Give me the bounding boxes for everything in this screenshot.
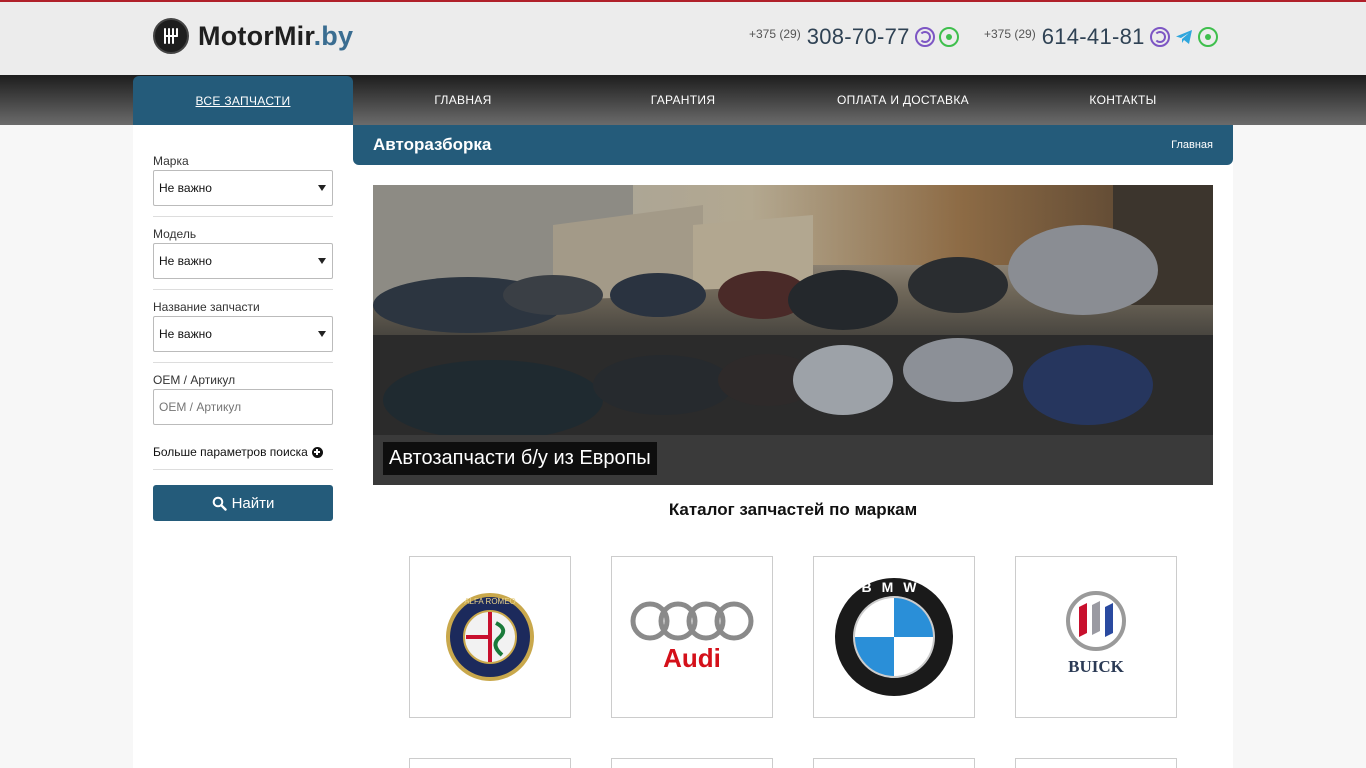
nav-label: ГЛАВНАЯ [434,93,492,107]
alfa-romeo-logo-text: ALFA ROMEO [464,597,516,606]
nav-label: ВСЕ ЗАПЧАСТИ [195,93,291,108]
buick-logo: BUICK [1066,591,1126,676]
nav-label: КОНТАКТЫ [1089,93,1157,107]
bmw-logo: BMW [835,578,953,696]
brand-tile[interactable] [1015,758,1177,768]
viber-icon[interactable] [914,27,935,47]
bmw-logo-text: BMW [862,579,927,595]
more-params-label: Больше параметров поиска [153,445,308,459]
phone-number[interactable]: 614-41-81 [1042,24,1145,50]
oem-label: OEM / Артикул [153,373,236,387]
main-nav: ВСЕ ЗАПЧАСТИ ГЛАВНАЯ ГАРАНТИЯ ОПЛАТА И Д… [0,75,1366,125]
gearshift-icon [153,18,189,54]
brand-tile[interactable] [409,758,571,768]
page-title-bar: Авторазборка Главная [353,125,1233,165]
site-logo[interactable]: MotorMir.by [153,16,353,56]
dropdown-arrow-icon [318,185,326,191]
search-icon [212,496,227,511]
brand-tile-buick[interactable]: BUICK [1015,556,1177,718]
phone-code: +375 (29) [749,27,801,41]
brand-tile-bmw[interactable]: BMW [813,556,975,718]
audi-logo: Audi [630,601,754,673]
brand-select[interactable]: Не важно [153,170,333,206]
catalog-title: Каталог запчастей по маркам [668,500,918,519]
phone-1[interactable]: +375 (29) 308-70-77 [749,24,959,50]
brand-label: Марка [153,154,189,168]
phone-2[interactable]: +375 (29) 614-41-81 [984,24,1218,50]
part-name-select[interactable]: Не важно [153,316,333,352]
part-name-label: Название запчасти [153,300,260,314]
model-select[interactable]: Не важно [153,243,333,279]
plus-circle-icon [311,446,323,458]
nav-home[interactable]: ГЛАВНАЯ [353,75,573,125]
phone-number[interactable]: 308-70-77 [807,24,910,50]
scrapyard-illustration [373,185,1213,485]
brand-tile-alfa-romeo[interactable]: ALFA ROMEO [409,556,571,718]
logo-text: MotorMir.by [198,21,353,52]
banner-caption: Автозапчасти б/у из Европы [383,442,657,475]
whatsapp-icon[interactable] [938,27,959,47]
dropdown-arrow-icon [318,331,326,337]
brand-tile[interactable] [611,758,773,768]
audi-logo-text: Audi [663,643,721,673]
site-header: MotorMir.by +375 (29) 308-70-77 +375 (29… [0,2,1366,75]
brand-tile-audi[interactable]: Audi [611,556,773,718]
breadcrumb[interactable]: Главная [1171,139,1213,151]
telegram-icon[interactable] [1174,27,1194,47]
whatsapp-icon[interactable] [1197,27,1218,47]
phone-code: +375 (29) [984,27,1036,41]
search-button[interactable]: Найти [153,485,333,521]
buick-logo-text: BUICK [1068,657,1125,676]
nav-payment-delivery[interactable]: ОПЛАТА И ДОСТАВКА [793,75,1013,125]
more-search-params-link[interactable]: Больше параметров поиска [153,445,333,459]
divider [153,469,333,470]
nav-label: ГАРАНТИЯ [650,93,716,107]
alfa-romeo-logo: ALFA ROMEO [446,593,534,681]
viber-icon[interactable] [1149,27,1170,47]
nav-warranty[interactable]: ГАРАНТИЯ [573,75,793,125]
page-title: Авторазборка [373,135,492,154]
model-label: Модель [153,227,197,241]
brand-select-value: Не важно [159,181,212,195]
nav-all-parts[interactable]: ВСЕ ЗАПЧАСТИ [133,76,353,125]
model-select-value: Не важно [159,254,212,268]
hero-banner [373,185,1213,485]
search-sidebar: Марка Не важно Модель Не важно Название … [153,125,333,521]
part-select-value: Не важно [159,327,212,341]
search-button-label: Найти [231,494,275,512]
oem-input[interactable] [153,389,333,425]
nav-contacts[interactable]: КОНТАКТЫ [1013,75,1233,125]
logo-name: MotorMir [198,20,314,51]
dropdown-arrow-icon [318,258,326,264]
logo-domain: .by [313,20,354,51]
nav-label: ОПЛАТА И ДОСТАВКА [837,93,969,107]
brand-tile[interactable] [813,758,975,768]
